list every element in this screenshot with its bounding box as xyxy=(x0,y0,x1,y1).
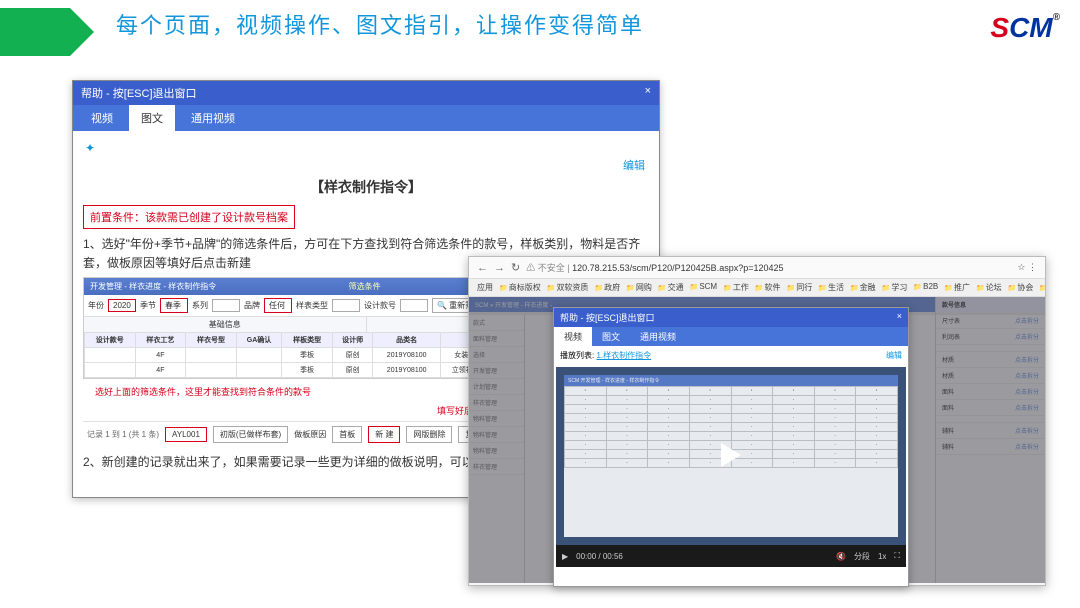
brand-select[interactable]: 任何 xyxy=(264,298,292,313)
help-window-video: 帮助 - 按[ESC]退出窗口 × 视频 图文 通用视频 播放列表: 1.样衣制… xyxy=(553,307,909,587)
bookmark-item[interactable]: 应用 xyxy=(477,282,493,293)
close-icon[interactable]: × xyxy=(897,311,902,324)
play-button[interactable]: ▶ xyxy=(562,552,568,561)
new-button[interactable]: 新 建 xyxy=(368,426,400,443)
banner-accent xyxy=(0,8,70,56)
browser-toolbar: ← → ↻ ⚠ 不安全 | 120.78.215.53/scm/P120/P12… xyxy=(469,257,1045,279)
mute-icon[interactable]: 🔇 xyxy=(836,552,846,561)
tab-general[interactable]: 通用视频 xyxy=(630,327,686,346)
bookmark-item[interactable]: 其他书签 xyxy=(1039,282,1045,293)
bookmark-item[interactable]: 政府 xyxy=(594,282,620,293)
bookmark-item[interactable]: 软件 xyxy=(755,282,781,293)
help-title: 帮助 - 按[ESC]退出窗口 xyxy=(81,85,197,101)
tab-text[interactable]: 图文 xyxy=(592,327,630,346)
bookmark-item[interactable]: 网购 xyxy=(626,282,652,293)
scm-logo: SCM® xyxy=(990,12,1060,44)
banner-arrow-icon xyxy=(70,8,94,56)
style-code-input[interactable]: AYL001 xyxy=(165,427,207,442)
fullscreen-icon[interactable]: ⛶ xyxy=(894,551,900,561)
bookmark-item[interactable]: 商标版权 xyxy=(499,282,541,293)
tab-video[interactable]: 视频 xyxy=(554,327,592,346)
help-titlebar: 帮助 - 按[ESC]退出窗口 × xyxy=(73,81,659,105)
video-controls: ▶ 00:00 / 00:56 🔇 分段 1x ⛶ xyxy=(556,545,906,567)
nav-back-icon[interactable]: ← xyxy=(477,262,488,274)
bookmark-item[interactable]: SCM xyxy=(690,282,718,293)
help-tabs: 视频 图文 通用视频 xyxy=(73,105,659,131)
bookmark-item[interactable]: 双软资质 xyxy=(547,282,589,293)
browser-menu-icon[interactable]: ☆ ⋮ xyxy=(1017,262,1037,273)
modal-tabs: 视频 图文 通用视频 xyxy=(554,327,908,346)
edit-link[interactable]: 编辑 xyxy=(886,350,902,361)
tab-general[interactable]: 通用视频 xyxy=(179,105,247,131)
bookmarks-bar: 应用商标版权双软资质政府网购交通 SCM 工作软件同行生活金融学习 B2B 推广论坛协会… xyxy=(469,279,1045,297)
bookmark-item[interactable]: 金融 xyxy=(850,282,876,293)
banner-title: 每个页面，视频操作、图文指引，让操作变得简单 xyxy=(116,8,644,40)
video-player[interactable]: SCM 开发管理 - 样衣进度 - 样衣制作指令 ········ ······… xyxy=(556,367,906,567)
bookmark-item[interactable]: 同行 xyxy=(787,282,813,293)
bookmark-item[interactable]: 协会 xyxy=(1008,282,1034,293)
bookmark-item[interactable]: 推广 xyxy=(944,282,970,293)
edit-link[interactable]: 编辑 xyxy=(83,157,649,173)
play-icon[interactable] xyxy=(721,443,741,467)
bookmark-item[interactable]: 生活 xyxy=(818,282,844,293)
pager-text: 记录 1 到 1 (共 1 条) xyxy=(87,429,159,440)
page-banner: 每个页面，视频操作、图文指引，让操作变得简单 xyxy=(0,0,1080,48)
modal-titlebar: 帮助 - 按[ESC]退出窗口 × xyxy=(554,308,908,327)
bullet-icon: ✦ xyxy=(85,141,649,155)
note-new-button: 填写好后点击新建 xyxy=(95,404,509,417)
modal-body: 播放列表: 1.样衣制作指令 编辑 xyxy=(554,346,908,365)
segment-button[interactable]: 分段 xyxy=(854,551,870,562)
nav-forward-icon[interactable]: → xyxy=(494,262,505,274)
bookmark-item[interactable]: B2B xyxy=(913,282,938,293)
browser-window: ← → ↻ ⚠ 不安全 | 120.78.215.53/scm/P120/P12… xyxy=(468,256,1046,586)
rate-button[interactable]: 1x xyxy=(878,552,886,561)
delete-button[interactable]: 网版删除 xyxy=(406,426,452,443)
tab-text[interactable]: 图文 xyxy=(129,105,175,131)
nav-reload-icon[interactable]: ↻ xyxy=(511,261,520,274)
year-select[interactable]: 2020 xyxy=(108,299,136,312)
bookmark-item[interactable]: 工作 xyxy=(723,282,749,293)
close-icon[interactable]: × xyxy=(645,85,651,101)
group-basic: 基础信息 xyxy=(84,317,367,332)
bookmark-item[interactable]: 学习 xyxy=(882,282,908,293)
url-bar[interactable]: ⚠ 不安全 | 120.78.215.53/scm/P120/P120425B.… xyxy=(526,261,1011,274)
bookmark-item[interactable]: 交通 xyxy=(658,282,684,293)
playlist-link[interactable]: 1.样衣制作指令 xyxy=(596,351,651,360)
tab-video[interactable]: 视频 xyxy=(79,105,125,131)
season-select[interactable]: 春季 xyxy=(160,298,188,313)
filter-note: 筛选条件 xyxy=(349,281,381,292)
doc-title: 【样衣制作指令】 xyxy=(83,177,649,197)
app-body: SCM » 开发管理 - 样衣进度 - 款式面料管理选择开发管理计划管理样衣管理… xyxy=(469,297,1045,583)
video-time: 00:00 / 00:56 xyxy=(576,552,623,561)
precondition-box: 前置条件：该款需已创建了设计款号档案 xyxy=(83,205,295,229)
bookmark-item[interactable]: 论坛 xyxy=(976,282,1002,293)
